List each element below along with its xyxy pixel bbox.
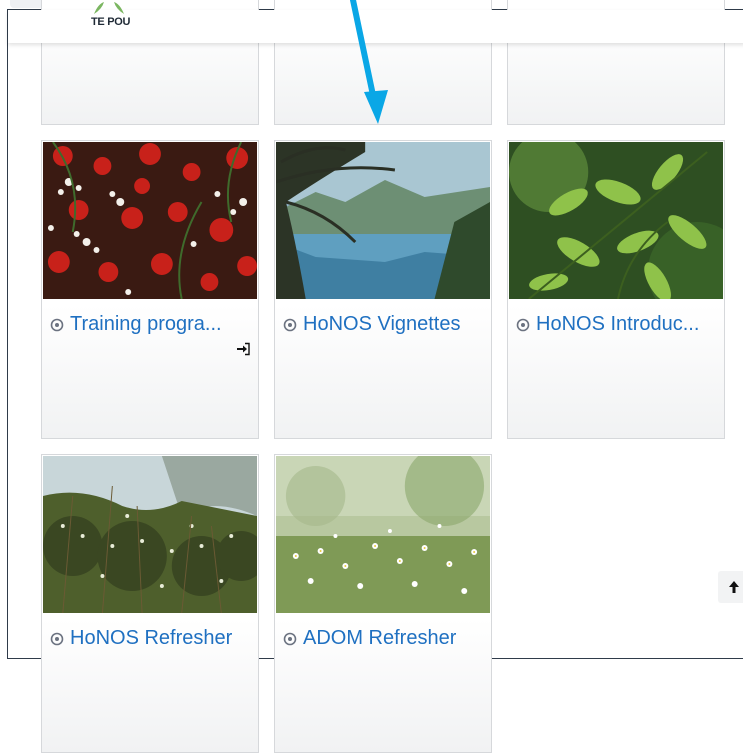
course-title: HoNOS Refresher [70, 627, 233, 649]
course-title-link[interactable]: HoNOS Refresher [50, 627, 250, 650]
course-image-flowering-shrubs[interactable] [43, 456, 257, 613]
enrol-icon [237, 342, 250, 356]
course-icon [50, 318, 64, 331]
course-title: ADOM Refresher [303, 627, 457, 649]
site-logo[interactable]: TE POU [91, 16, 130, 28]
course-image-lake-mountain-tree[interactable] [276, 142, 490, 299]
course-title-link[interactable]: ADOM Refresher [283, 627, 483, 650]
course-icon [50, 632, 64, 645]
course-title: HoNOS Vignettes [303, 313, 461, 335]
course-title: HoNOS Introduc... [536, 313, 700, 335]
course-title-link[interactable]: Training progra... [50, 313, 250, 336]
course-icon [283, 632, 297, 645]
course-card[interactable]: HoNOS Introduc... [507, 140, 725, 439]
course-image-green-leaves[interactable] [509, 142, 723, 299]
course-card[interactable]: ADOM Refresher [274, 454, 492, 753]
course-image-red-and-white-flowers[interactable] [43, 142, 257, 299]
course-title-link[interactable]: HoNOS Vignettes [283, 313, 483, 336]
course-page-window: TE POU Training progra... HoNOS Vignette… [7, 0, 743, 753]
arrow-up-icon [729, 581, 739, 593]
course-card[interactable]: Training progra... [41, 140, 259, 439]
course-image-daisy-meadow[interactable] [276, 456, 490, 613]
course-icon [516, 318, 530, 331]
course-card[interactable]: HoNOS Refresher [41, 454, 259, 753]
course-icon [283, 318, 297, 331]
logo-leaf-icon [94, 2, 124, 14]
site-header: TE POU [8, 2, 743, 43]
course-card[interactable]: HoNOS Vignettes [274, 140, 492, 439]
course-title: Training progra... [70, 313, 222, 335]
course-title-link[interactable]: HoNOS Introduc... [516, 313, 716, 336]
back-to-top-button[interactable] [718, 571, 743, 603]
